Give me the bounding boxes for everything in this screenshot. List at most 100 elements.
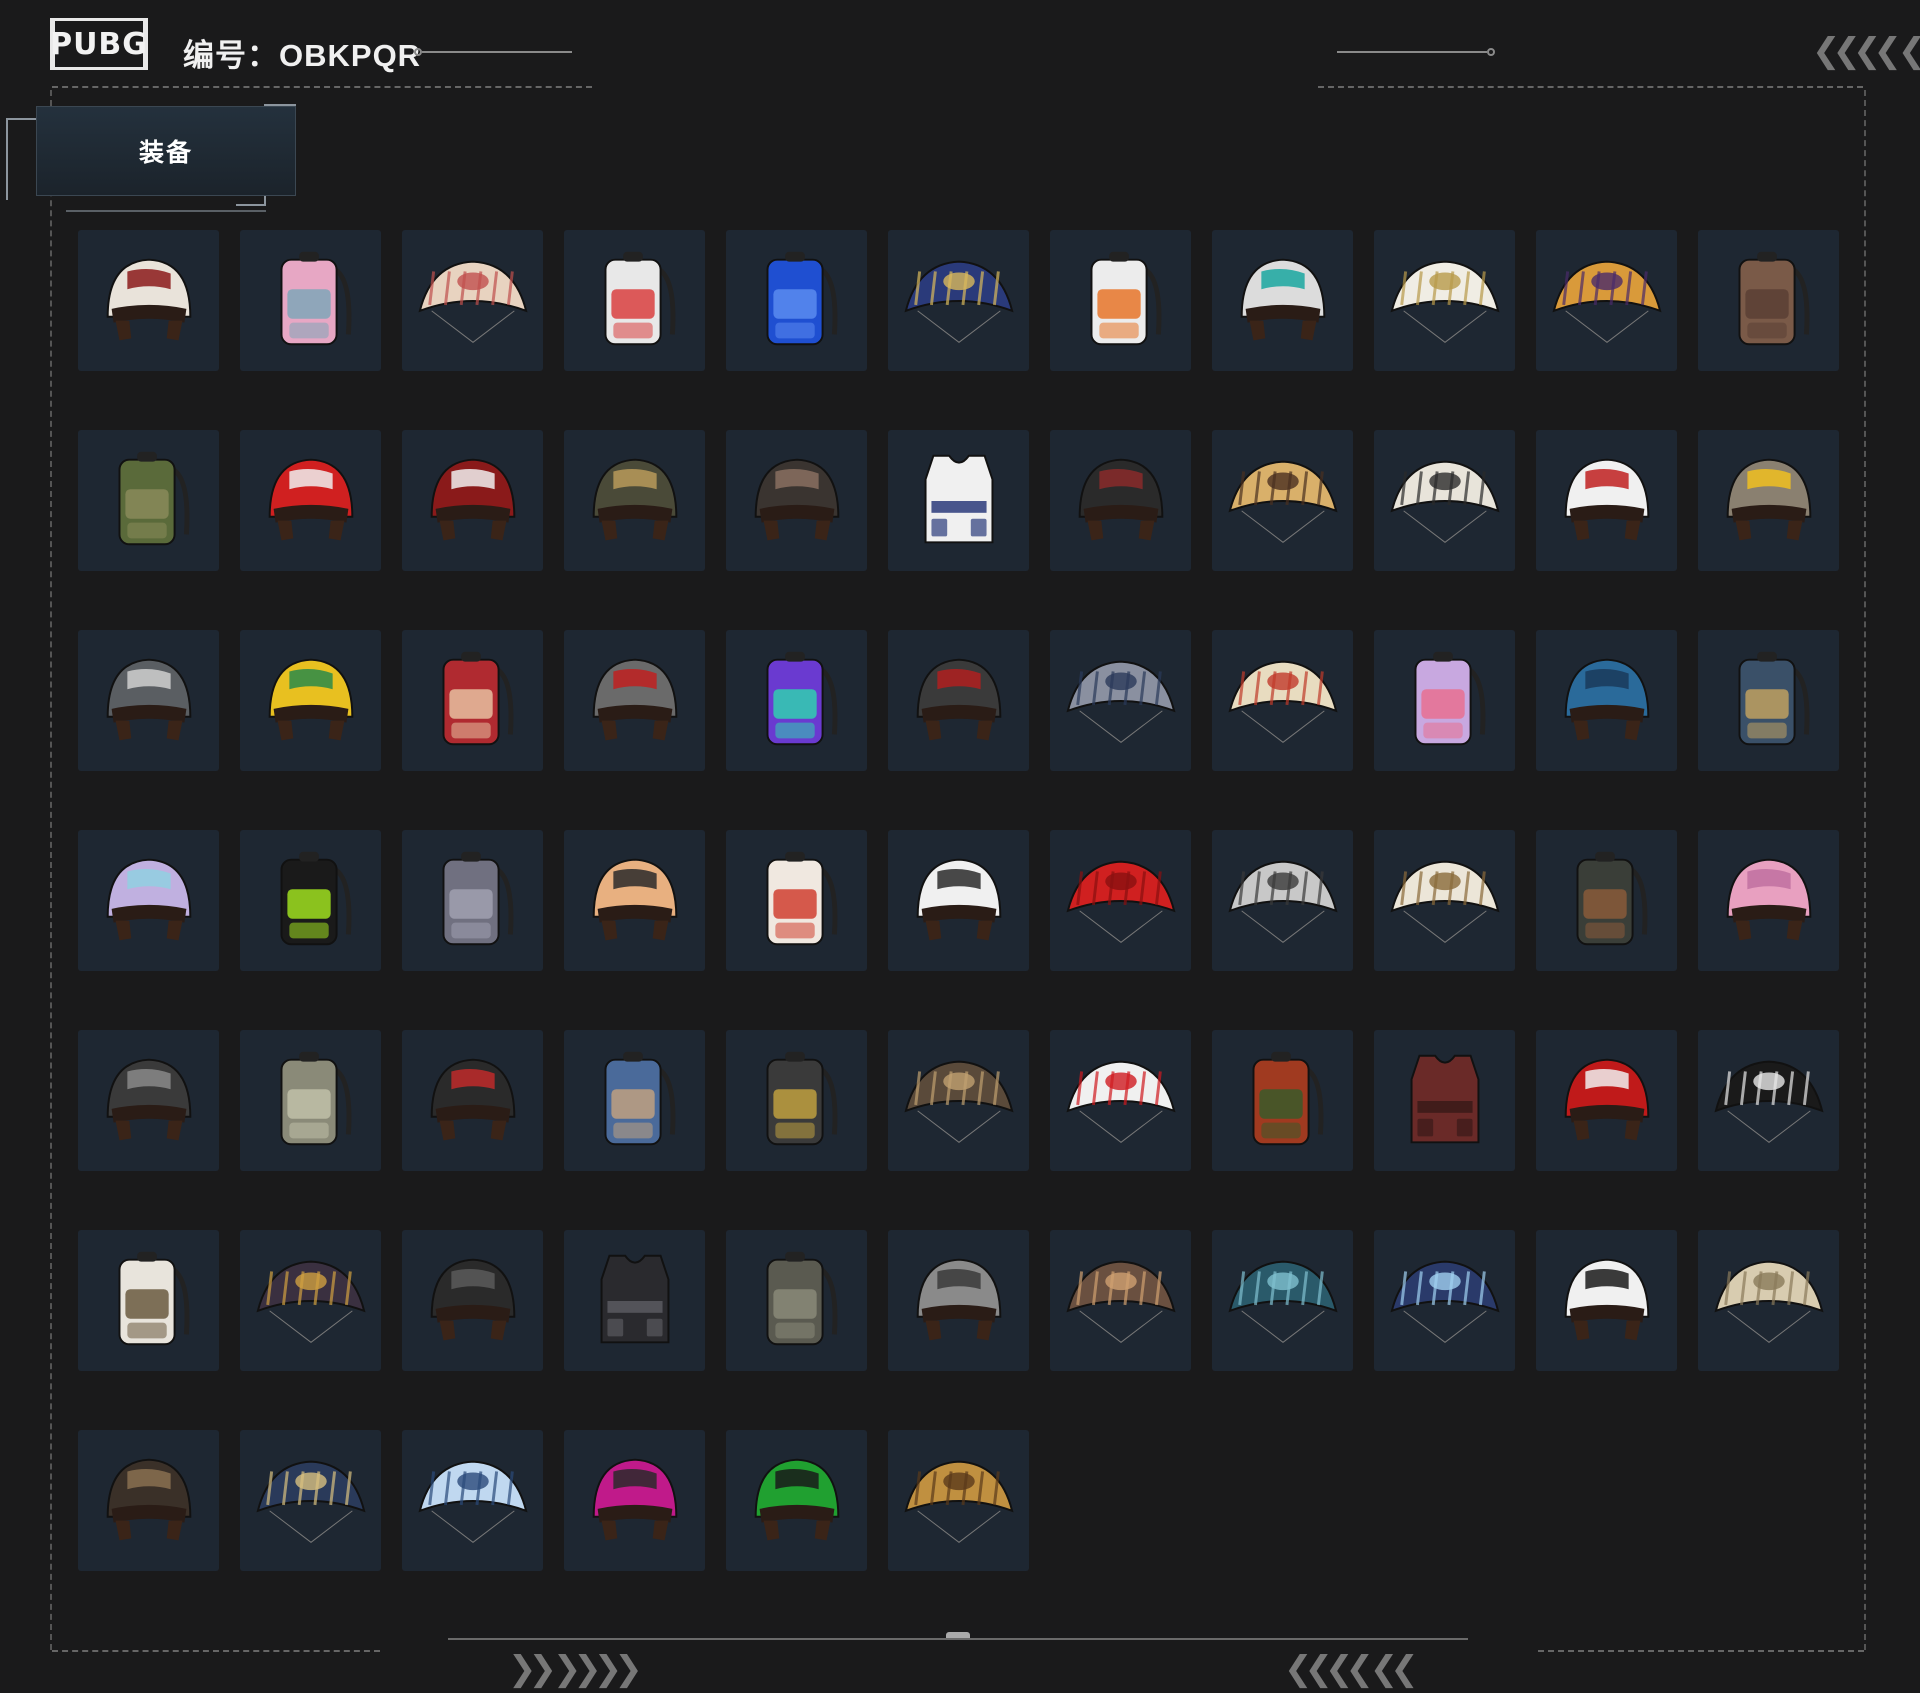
item-tile-backpack-khaki[interactable] bbox=[240, 1030, 381, 1171]
vest-icon bbox=[1410, 1054, 1479, 1143]
item-tile-parachute-ice-blue[interactable] bbox=[402, 1430, 543, 1571]
frame-right bbox=[1864, 90, 1866, 1650]
item-tile-helmet-dark-red[interactable] bbox=[888, 630, 1029, 771]
item-tile-parachute-red[interactable] bbox=[1050, 830, 1191, 971]
item-tile-helmet-floral-visor[interactable] bbox=[564, 830, 705, 971]
line-dot bbox=[414, 48, 422, 56]
backpack-icon bbox=[1738, 251, 1809, 345]
item-tile-backpack-camo-green[interactable] bbox=[78, 430, 219, 571]
tab-equipment[interactable]: 装备 bbox=[36, 106, 296, 196]
item-tile-parachute-blue-lightning[interactable] bbox=[1374, 1230, 1515, 1371]
item-tile-backpack-blue[interactable] bbox=[726, 230, 867, 371]
item-tile-vest-sailor[interactable] bbox=[888, 430, 1029, 571]
item-tile-backpack-plaid-red[interactable] bbox=[1212, 1030, 1353, 1171]
backpack-icon bbox=[279, 851, 351, 945]
item-tile-backpack-lavender[interactable] bbox=[1374, 630, 1515, 771]
parachute-icon bbox=[1227, 1260, 1338, 1343]
item-tile-parachute-23[interactable] bbox=[240, 1230, 381, 1371]
item-tile-helmet-olive-gold[interactable] bbox=[564, 430, 705, 571]
item-tile-backpack-black-lime[interactable] bbox=[240, 830, 381, 971]
item-tile-parachute-black-white-geo[interactable] bbox=[1698, 1030, 1839, 1171]
item-tile-backpack-denim[interactable] bbox=[564, 1030, 705, 1171]
item-tile-helmet-checker-white[interactable] bbox=[78, 230, 219, 371]
item-tile-parachute-grey-blue[interactable] bbox=[1050, 630, 1191, 771]
helmet-icon bbox=[106, 258, 191, 340]
tab-bracket bbox=[6, 118, 38, 200]
chevron-right-icon: ❯❯ ❯❯❯❯ bbox=[508, 1649, 643, 1689]
helmet-icon bbox=[430, 458, 515, 540]
item-tile-helmet-dalmatian[interactable] bbox=[1536, 430, 1677, 571]
item-tile-parachute-bronze-wings[interactable] bbox=[1050, 1230, 1191, 1371]
item-tile-helmet-spartan[interactable] bbox=[726, 430, 867, 571]
item-tile-parachute-gold-purple[interactable] bbox=[1536, 230, 1677, 371]
item-tile-parachute-teal[interactable] bbox=[1212, 1230, 1353, 1371]
item-tile-parachute-tattoo[interactable] bbox=[1212, 630, 1353, 771]
item-tile-backpack-white-red[interactable] bbox=[726, 830, 867, 971]
item-tile-backpack-brown[interactable] bbox=[1698, 230, 1839, 371]
item-tile-vest-maroon[interactable] bbox=[1374, 1030, 1515, 1171]
item-tile-helmet-red-dots[interactable] bbox=[402, 430, 543, 571]
item-tile-vest-black[interactable] bbox=[564, 1230, 705, 1371]
item-tile-parachute-beige[interactable] bbox=[1698, 1230, 1839, 1371]
item-tile-parachute-white-black[interactable] bbox=[1374, 430, 1515, 571]
backpack-icon bbox=[766, 251, 837, 345]
item-tile-helmet-black-stripe[interactable] bbox=[402, 1030, 543, 1171]
item-tile-helmet-white-swirl[interactable] bbox=[1536, 1230, 1677, 1371]
item-tile-parachute-cream-gold[interactable] bbox=[1374, 830, 1515, 971]
item-tile-backpack-purple-teal[interactable] bbox=[726, 630, 867, 771]
item-tile-helmet-grey-horns[interactable] bbox=[78, 630, 219, 771]
item-tile-backpack-white-fringe[interactable] bbox=[78, 1230, 219, 1371]
item-tile-parachute-kfc[interactable] bbox=[1050, 1030, 1191, 1171]
parachute-icon bbox=[903, 1460, 1014, 1543]
item-tile-helmet-moto-magenta[interactable] bbox=[564, 1430, 705, 1571]
item-tile-helmet-moto-silver[interactable] bbox=[888, 1230, 1029, 1371]
item-tile-parachute-white-gold[interactable] bbox=[1374, 230, 1515, 371]
parachute-icon bbox=[1713, 1260, 1824, 1343]
item-tile-parachute-gold-wings[interactable] bbox=[1212, 430, 1353, 571]
item-tile-backpack-dark-green[interactable] bbox=[1536, 830, 1677, 971]
item-tile-helmet-knight[interactable] bbox=[564, 630, 705, 771]
item-tile-helmet-visor-teal[interactable] bbox=[1212, 230, 1353, 371]
item-tile-helmet-moto-green[interactable] bbox=[726, 1430, 867, 1571]
item-tile-helmet-black-plain[interactable] bbox=[402, 1230, 543, 1371]
item-tile-helmet-black-glossy[interactable] bbox=[78, 1030, 219, 1171]
backpack-icon bbox=[118, 1251, 189, 1345]
item-tile-backpack-colorful[interactable] bbox=[564, 230, 705, 371]
item-tile-helmet-pastel[interactable] bbox=[78, 830, 219, 971]
item-tile-helmet-star[interactable] bbox=[1698, 430, 1839, 571]
item-tile-parachute-blue-gold[interactable] bbox=[888, 230, 1029, 371]
helmet-icon bbox=[1240, 258, 1325, 340]
item-tile-backpack-white-orange[interactable] bbox=[1050, 230, 1191, 371]
item-tile-helmet-pink-bunny[interactable] bbox=[1698, 830, 1839, 971]
tab-area: 装备 bbox=[6, 102, 296, 214]
backpack-icon bbox=[1738, 651, 1809, 745]
backpack-icon bbox=[604, 251, 675, 345]
item-tile-backpack-patches[interactable] bbox=[726, 1030, 867, 1171]
item-tile-backpack-slate-blue[interactable] bbox=[1698, 630, 1839, 771]
item-tile-backpack-grey-pattern[interactable] bbox=[402, 830, 543, 971]
parachute-icon bbox=[1065, 1060, 1176, 1143]
helmet-icon bbox=[592, 458, 677, 540]
helmet-icon bbox=[916, 1258, 1001, 1340]
frame-bottom-left bbox=[52, 1650, 380, 1652]
item-tile-parachute-navy-gold[interactable] bbox=[240, 1430, 381, 1571]
item-tile-helmet-black-red[interactable] bbox=[1050, 430, 1191, 571]
helmet-icon bbox=[1564, 658, 1649, 740]
helmet-icon bbox=[754, 1458, 839, 1540]
helmet-icon bbox=[1078, 458, 1163, 540]
item-tile-helmet-white-greek[interactable] bbox=[888, 830, 1029, 971]
parachute-icon bbox=[1713, 1060, 1824, 1143]
item-tile-helmet-santa[interactable] bbox=[1536, 1030, 1677, 1171]
item-tile-backpack-olive-grey[interactable] bbox=[726, 1230, 867, 1371]
item-tile-parachute-leopard[interactable] bbox=[1212, 830, 1353, 971]
item-tile-helmet-blue-samurai[interactable] bbox=[1536, 630, 1677, 771]
item-tile-parachute-cream-red[interactable] bbox=[402, 230, 543, 371]
item-tile-parachute-gold-brown[interactable] bbox=[888, 1430, 1029, 1571]
item-tile-backpack-pink[interactable] bbox=[240, 230, 381, 371]
parachute-icon bbox=[1389, 860, 1500, 943]
item-tile-helmet-monogram[interactable] bbox=[78, 1430, 219, 1571]
item-tile-helmet-racer-yellow[interactable] bbox=[240, 630, 381, 771]
item-tile-helmet-jester[interactable] bbox=[240, 430, 381, 571]
item-tile-parachute-dark-bronze[interactable] bbox=[888, 1030, 1029, 1171]
item-tile-backpack-red-waves[interactable] bbox=[402, 630, 543, 771]
